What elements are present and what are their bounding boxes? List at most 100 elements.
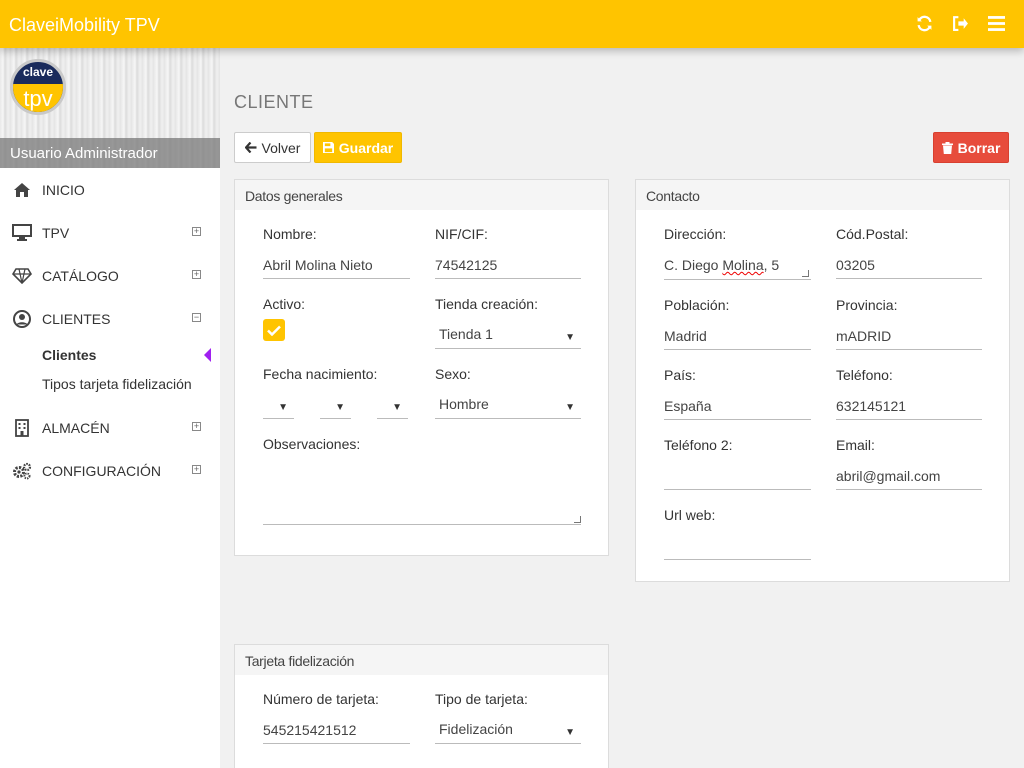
card-type-select-value: Fidelización xyxy=(439,721,513,737)
store-select[interactable]: Tienda 1 ▼ xyxy=(435,323,581,349)
expand-icon[interactable]: + xyxy=(192,465,201,474)
checkmark-icon xyxy=(267,325,281,336)
province-input[interactable]: mADRID xyxy=(836,326,982,350)
sidebar-item-label: CATÁLOGO xyxy=(42,267,119,284)
active-checkbox[interactable] xyxy=(263,319,285,341)
store-field: Tienda creación: Tienda 1 ▼ xyxy=(435,296,581,349)
card-type-field: Tipo de tarjeta: Fidelización ▼ xyxy=(435,691,581,744)
email-field: Email: abril@gmail.com xyxy=(836,437,982,490)
sidebar-item-label: CLIENTES xyxy=(42,310,111,327)
refresh-icon[interactable] xyxy=(914,13,934,33)
phone2-input[interactable] xyxy=(664,466,811,490)
address-textarea[interactable]: C. Diego Molina, 5 xyxy=(664,255,811,280)
sidebar-item-clientes[interactable]: CLIENTES − xyxy=(0,297,220,340)
logout-icon[interactable] xyxy=(950,13,970,33)
resize-handle-icon[interactable] xyxy=(802,270,809,277)
resize-handle-icon[interactable] xyxy=(574,516,581,523)
nif-field: NIF/CIF: 74542125 xyxy=(435,226,581,279)
dropdown-caret-icon: ▼ xyxy=(335,402,345,413)
phone-input[interactable]: 632145121 xyxy=(836,396,982,420)
card-type-label: Tipo de tarjeta: xyxy=(435,691,528,707)
arrow-left-icon xyxy=(244,142,257,153)
sidebar-item-label: TPV xyxy=(42,224,70,241)
top-bar: ClaveiMobility TPV xyxy=(0,0,1024,48)
monitor-icon xyxy=(12,224,32,242)
city-input[interactable]: Madrid xyxy=(664,326,811,350)
collapse-icon[interactable]: − xyxy=(192,313,201,322)
birth-day-select[interactable]: ▼ xyxy=(263,393,294,419)
sidebar-subitem-clientes[interactable]: Clientes xyxy=(0,340,220,369)
email-input[interactable]: abril@gmail.com xyxy=(836,466,982,490)
birthdate-label: Fecha nacimiento: xyxy=(263,366,378,382)
delete-button[interactable]: Borrar xyxy=(933,132,1009,163)
expand-icon[interactable]: + xyxy=(192,422,201,431)
back-button-label: Volver xyxy=(261,139,301,156)
country-input[interactable]: España xyxy=(664,396,811,420)
floppy-disk-icon xyxy=(322,142,334,153)
name-field: Nombre: Abril Molina Nieto xyxy=(263,226,410,279)
panel-title: Datos generales xyxy=(235,180,608,210)
user-name: Usuario Administrador xyxy=(0,138,220,168)
sidebar-subitem-tipos-tarjeta[interactable]: Tipos tarjeta fidelización xyxy=(0,369,220,398)
save-button-label: Guardar xyxy=(338,139,394,156)
city-field: Población: Madrid xyxy=(664,297,811,350)
web-input[interactable] xyxy=(664,536,811,560)
logo-text-top: clave xyxy=(22,65,54,79)
notes-textarea[interactable] xyxy=(263,460,581,525)
expand-icon[interactable]: + xyxy=(192,227,201,236)
birth-year-select[interactable]: ▼ xyxy=(377,393,408,419)
sex-select-value: Hombre xyxy=(439,396,489,412)
store-select-value: Tienda 1 xyxy=(439,326,493,342)
nif-label: NIF/CIF: xyxy=(435,226,488,242)
address-text-misspelled: Molina xyxy=(722,257,764,273)
card-type-select[interactable]: Fidelización ▼ xyxy=(435,718,581,744)
notes-field: Observaciones: xyxy=(263,436,581,525)
dropdown-caret-icon: ▼ xyxy=(392,402,402,413)
address-label: Dirección: xyxy=(664,226,727,242)
user-icon xyxy=(12,309,32,328)
top-icons xyxy=(914,13,1006,33)
web-field: Url web: xyxy=(664,507,811,560)
phone2-field: Teléfono 2: xyxy=(664,437,811,490)
sidebar-item-label: INICIO xyxy=(42,181,85,198)
expand-icon[interactable]: + xyxy=(192,270,201,279)
dropdown-caret-icon: ▼ xyxy=(565,727,575,738)
sex-select[interactable]: Hombre ▼ xyxy=(435,393,581,419)
sidebar-item-configuracion[interactable]: CONFIGURACIÓN + xyxy=(0,449,220,492)
notes-label: Observaciones: xyxy=(263,436,361,452)
postal-input[interactable]: 03205 xyxy=(836,255,982,279)
app-logo: clave tpv xyxy=(10,59,66,115)
nif-input[interactable]: 74542125 xyxy=(435,255,581,279)
page-title: CLIENTE xyxy=(234,92,314,112)
phone2-label: Teléfono 2: xyxy=(664,437,733,453)
sidebar-item-almacen[interactable]: ALMACÉN + xyxy=(0,406,220,449)
birth-month-select[interactable]: ▼ xyxy=(320,393,351,419)
home-icon xyxy=(12,181,32,199)
sidebar-item-inicio[interactable]: INICIO xyxy=(0,168,220,211)
back-button[interactable]: Volver xyxy=(234,132,311,163)
name-input[interactable]: Abril Molina Nieto xyxy=(263,255,410,279)
delete-button-label: Borrar xyxy=(957,139,1001,156)
sidebar-item-catalogo[interactable]: CATÁLOGO + xyxy=(0,254,220,297)
sidebar-subitem-label: Tipos tarjeta fidelización xyxy=(42,375,192,392)
sex-label: Sexo: xyxy=(435,366,471,382)
dropdown-caret-icon: ▼ xyxy=(565,402,575,413)
email-label: Email: xyxy=(836,437,875,453)
card-number-input[interactable]: 545215421512 xyxy=(263,720,410,744)
menu-icon[interactable] xyxy=(986,13,1006,33)
sidebar-item-tpv[interactable]: TPV + xyxy=(0,211,220,254)
country-label: País: xyxy=(664,367,696,383)
app-title: ClaveiMobility TPV xyxy=(9,15,160,35)
address-text-suffix: , 5 xyxy=(763,257,780,273)
general-data-panel: Datos generales Nombre: Abril Molina Nie… xyxy=(234,179,609,556)
sidebar-header: clave tpv Usuario Administrador xyxy=(0,48,220,168)
active-marker-icon xyxy=(204,348,211,362)
diamond-icon xyxy=(12,267,32,285)
birthdate-field: Fecha nacimiento: ▼ ▼ ▼ xyxy=(263,366,410,419)
postal-label: Cód.Postal: xyxy=(836,226,909,242)
save-button[interactable]: Guardar xyxy=(314,132,402,163)
sidebar-item-label: ALMACÉN xyxy=(42,419,110,436)
logo-text-bottom: tpv xyxy=(13,84,63,112)
store-label: Tienda creación: xyxy=(435,296,538,312)
active-field: Activo: xyxy=(263,296,410,341)
